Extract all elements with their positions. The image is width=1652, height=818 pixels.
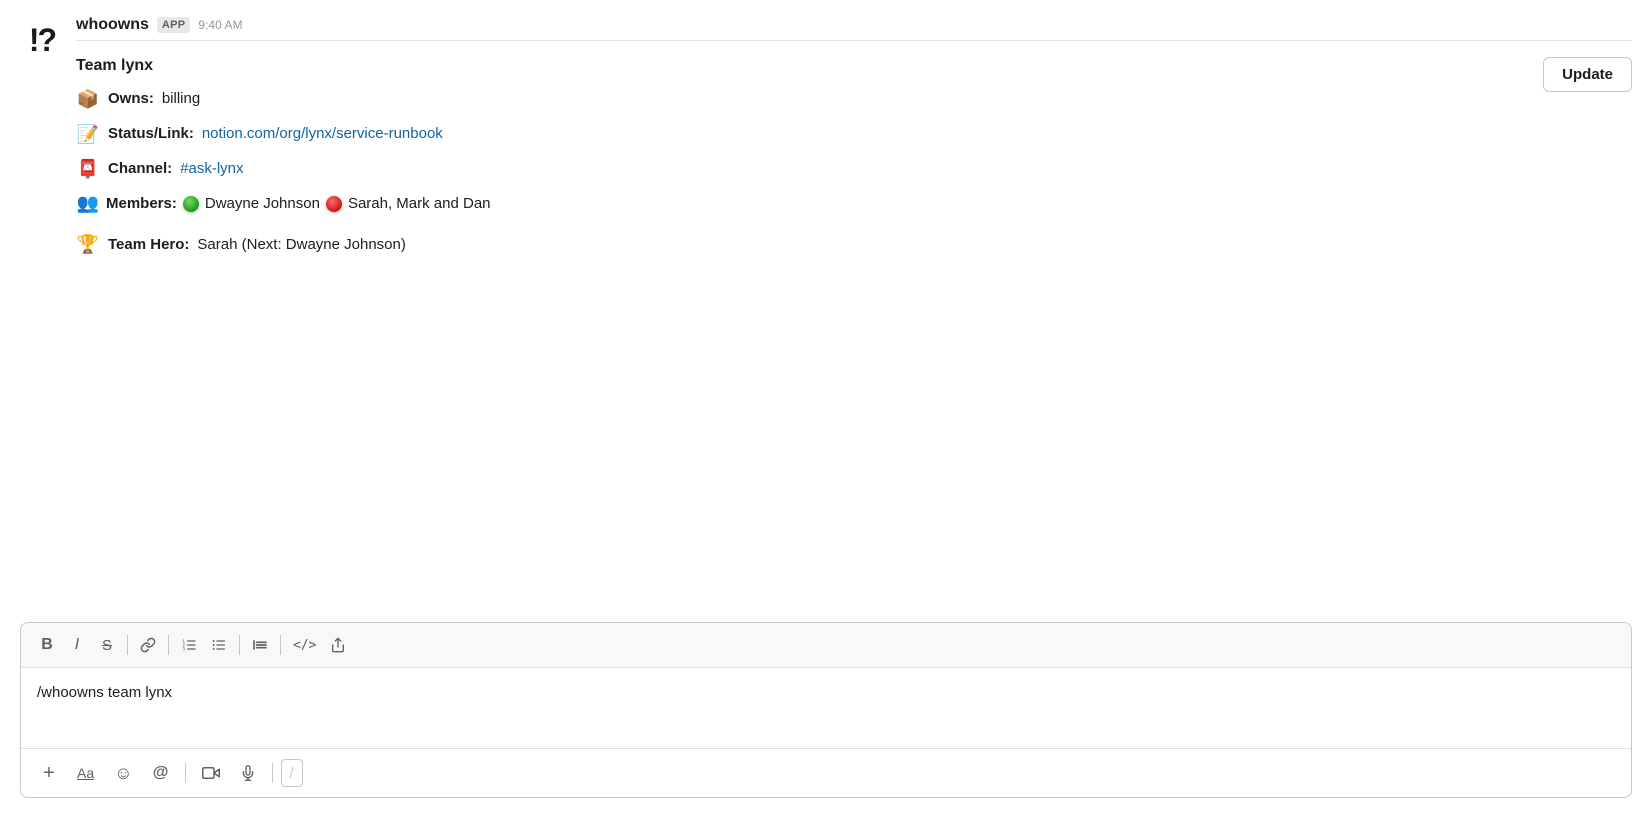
team-name: Team lynx xyxy=(76,57,491,75)
composer-bottom-toolbar: + Aa ☺ @ / xyxy=(21,748,1631,797)
channel-row: 📮 Channel: #ask-lynx xyxy=(76,155,491,184)
hero-row: 🏆 Team Hero: Sarah (Next: Dwayne Johnson… xyxy=(76,230,491,259)
bottom-divider-1 xyxy=(185,763,186,783)
hero-value: Sarah (Next: Dwayne Johnson) xyxy=(197,233,405,257)
hero-label: Team Hero: xyxy=(108,233,189,257)
bottom-divider-2 xyxy=(272,763,273,783)
status-label: Status/Link: xyxy=(108,122,194,146)
emoji-button[interactable]: ☺ xyxy=(106,757,140,789)
format-button[interactable]: Aa xyxy=(69,757,102,789)
toolbar-divider-1 xyxy=(127,635,128,655)
status-row: 📝 Status/Link: notion.com/org/lynx/servi… xyxy=(76,120,491,149)
toolbar-divider-4 xyxy=(280,635,281,655)
mention-button[interactable]: @ xyxy=(145,757,177,789)
share-button[interactable] xyxy=(324,631,352,659)
unordered-list-button[interactable] xyxy=(205,631,233,659)
memo-emoji: 📝 xyxy=(76,120,100,149)
plus-button[interactable]: + xyxy=(33,757,65,789)
members-row: 👥 Members: Dwayne Johnson Sarah, Mark an… xyxy=(76,189,491,218)
red-dot xyxy=(326,196,342,212)
toolbar-divider-3 xyxy=(239,635,240,655)
owns-label: Owns: xyxy=(108,87,154,111)
ordered-list-button[interactable]: 123 xyxy=(175,631,203,659)
strikethrough-button[interactable]: S xyxy=(93,631,121,659)
busts-emoji: 👥 xyxy=(76,189,100,218)
channel-label: Channel: xyxy=(108,157,172,181)
status-link[interactable]: notion.com/org/lynx/service-runbook xyxy=(202,122,443,146)
trophy-emoji: 🏆 xyxy=(76,230,100,259)
app-icon: !? xyxy=(20,18,64,62)
member-red-names: Sarah, Mark and Dan xyxy=(348,192,491,216)
slash-button[interactable]: / xyxy=(281,759,303,787)
italic-button[interactable]: I xyxy=(63,631,91,659)
toolbar-divider-2 xyxy=(168,635,169,655)
timestamp: 9:40 AM xyxy=(198,18,242,32)
composer-toolbar: B I S 123 </> xyxy=(21,623,1631,668)
app-badge: APP xyxy=(157,17,191,33)
owns-row: 📦 Owns: billing xyxy=(76,85,491,114)
members-label: Members: xyxy=(106,192,177,216)
blockquote-button[interactable] xyxy=(246,631,274,659)
header-divider xyxy=(76,40,1632,41)
channel-value: #ask-lynx xyxy=(180,157,243,181)
green-dot xyxy=(183,196,199,212)
update-button[interactable]: Update xyxy=(1543,57,1632,92)
member-green-name: Dwayne Johnson xyxy=(205,192,320,216)
package-emoji: 📦 xyxy=(76,85,100,114)
svg-text:3: 3 xyxy=(182,646,185,651)
code-button[interactable]: </> xyxy=(287,631,322,659)
composer: B I S 123 </> /whoowns team lynx + Aa ☺ … xyxy=(20,622,1632,798)
app-name: whoowns xyxy=(76,16,149,34)
composer-input[interactable]: /whoowns team lynx xyxy=(21,668,1631,748)
owns-value: billing xyxy=(162,87,200,111)
link-button[interactable] xyxy=(134,631,162,659)
bold-button[interactable]: B xyxy=(33,631,61,659)
composer-text: /whoowns team lynx xyxy=(37,684,172,701)
video-button[interactable] xyxy=(194,757,228,789)
mic-button[interactable] xyxy=(232,757,264,789)
postbox-emoji: 📮 xyxy=(76,155,100,184)
